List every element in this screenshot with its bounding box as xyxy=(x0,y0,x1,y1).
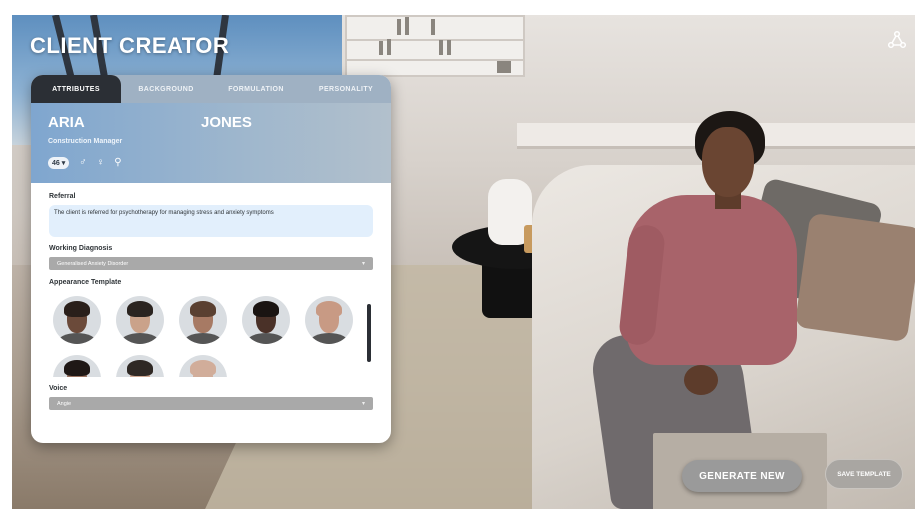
first-name-field[interactable]: ARIA xyxy=(48,114,85,131)
appearance-template-6[interactable] xyxy=(53,355,101,377)
referral-label: Referral xyxy=(49,193,76,200)
pillow xyxy=(794,212,915,343)
generate-new-button[interactable]: GENERATE NEW xyxy=(682,460,802,492)
voice-dropdown[interactable]: Angie ▾ xyxy=(49,397,373,410)
appearance-template-5[interactable] xyxy=(305,296,353,344)
age-value: 46 xyxy=(52,160,60,167)
nonbinary-symbol-icon[interactable]: ⚲ xyxy=(114,158,121,168)
voice-label: Voice xyxy=(49,385,68,392)
appearance-template-1[interactable] xyxy=(53,296,101,344)
appearance-template-7[interactable] xyxy=(116,355,164,377)
attributes-form: Referral The client is referred for psyc… xyxy=(31,183,391,410)
appearance-label: Appearance Template xyxy=(49,279,122,286)
appearance-template-8[interactable] xyxy=(179,355,227,377)
diagnosis-label: Working Diagnosis xyxy=(49,245,113,252)
app-title: CLIENT CREATOR xyxy=(30,33,230,58)
scene-viewport: CLIENT CREATOR ATTRIBUTES BACKGROUND FOR… xyxy=(12,15,915,509)
client-avatar-hand xyxy=(684,365,718,395)
demographics-row: 46 ▾ ♂ ♀ ⚲ xyxy=(48,157,122,169)
appearance-template-2[interactable] xyxy=(116,296,164,344)
diagnosis-dropdown[interactable]: Generalised Anxiety Disorder ▾ xyxy=(49,257,373,270)
last-name-field[interactable]: JONES xyxy=(201,114,252,131)
client-header: ARIA JONES Construction Manager 46 ▾ ♂ ♀… xyxy=(31,103,391,183)
client-avatar-face xyxy=(702,127,754,197)
tab-personality[interactable]: PERSONALITY xyxy=(301,75,391,103)
chevron-down-icon: ▾ xyxy=(361,261,365,267)
chevron-down-icon: ▾ xyxy=(361,401,365,407)
diagnosis-value: Generalised Anxiety Disorder xyxy=(57,260,129,267)
appearance-template-grid xyxy=(49,291,373,377)
referral-textarea[interactable]: The client is referred for psychotherapy… xyxy=(49,205,373,237)
bookshelf xyxy=(345,15,525,77)
client-editor-panel: ATTRIBUTES BACKGROUND FORMULATION PERSON… xyxy=(31,75,391,443)
female-symbol-icon[interactable]: ♀ xyxy=(97,158,105,168)
age-selector[interactable]: 46 ▾ xyxy=(48,157,70,169)
tab-attributes[interactable]: ATTRIBUTES xyxy=(31,75,121,103)
tab-formulation[interactable]: FORMULATION xyxy=(211,75,301,103)
voice-value: Angie xyxy=(57,400,72,407)
appearance-template-3[interactable] xyxy=(179,296,227,344)
occupation-field[interactable]: Construction Manager xyxy=(48,138,122,145)
tab-bar: ATTRIBUTES BACKGROUND FORMULATION PERSON… xyxy=(31,75,391,103)
male-symbol-icon[interactable]: ♂ xyxy=(79,158,87,168)
tab-background[interactable]: BACKGROUND xyxy=(121,75,211,103)
save-template-button[interactable]: SAVE TEMPLATE xyxy=(825,459,903,489)
share-icon[interactable] xyxy=(887,30,907,50)
appearance-template-4[interactable] xyxy=(242,296,290,344)
template-scrollbar[interactable] xyxy=(367,304,371,362)
